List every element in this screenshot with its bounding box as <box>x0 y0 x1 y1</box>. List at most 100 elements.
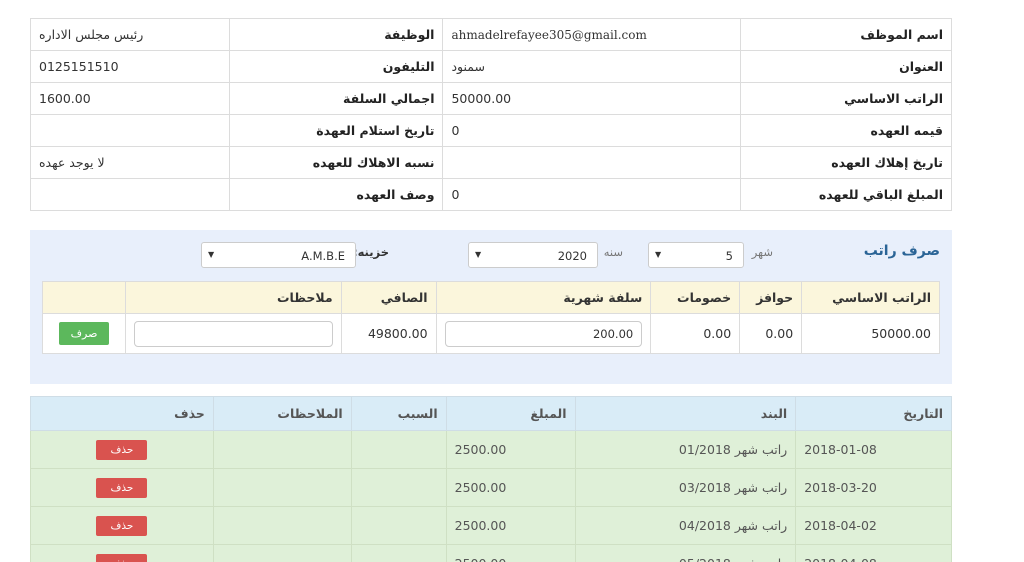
month-select[interactable]: 5 ▼ <box>648 242 744 268</box>
info-value: لا يوجد عهده <box>30 146 230 179</box>
salary-table: الراتب الاساسي حوافز خصومات سلفة شهرية ا… <box>42 281 940 354</box>
net-value: 49800.00 <box>340 313 437 354</box>
table-row: 2018-03-20 راتب شهر 03/2018 2500.00 حذف <box>30 468 952 507</box>
item-cell: راتب شهر 04/2018 <box>574 506 797 545</box>
header-advance: سلفة شهرية <box>435 281 652 314</box>
delete-button[interactable]: حذف <box>96 553 148 562</box>
info-row: العنوان سمنود التليفون 0125151510 <box>30 50 952 83</box>
chevron-down-icon: ▼ <box>208 250 215 259</box>
info-value: سمنود <box>442 50 742 83</box>
info-label: العنوان <box>740 50 952 83</box>
info-row: قيمه العهده 0 تاريخ استلام العهدة <box>30 114 952 147</box>
salary-row: 50000.00 0.00 0.00 200.00 49800.00 صرف <box>42 313 940 354</box>
info-value <box>442 146 742 179</box>
header-date: التاريخ <box>795 396 952 431</box>
deductions-value: 0.00 <box>650 313 741 354</box>
info-row: الراتب الاساسي 50000.00 اجمالي السلفة 16… <box>30 82 952 115</box>
delete-cell: حذف <box>30 468 214 507</box>
info-value: ahmadelrefayee305@gmail.com <box>442 18 742 51</box>
amount-cell: 2500.00 <box>445 430 576 469</box>
reason-cell <box>350 506 447 545</box>
year-value: 2020 <box>557 249 587 263</box>
amount-cell: 2500.00 <box>445 544 576 562</box>
action-cell: صرف <box>42 313 126 354</box>
pay-button[interactable]: صرف <box>58 322 110 345</box>
header-reason: السبب <box>350 396 447 431</box>
delete-cell: حذف <box>30 544 214 562</box>
info-label: وصف العهده <box>228 178 444 211</box>
reason-cell <box>350 430 447 469</box>
notes-cell <box>212 430 352 469</box>
notes-input[interactable] <box>134 320 333 347</box>
info-row: اسم الموظف ahmadelrefayee305@gmail.com ا… <box>30 18 952 51</box>
reason-cell <box>350 468 447 507</box>
header-action <box>42 281 126 314</box>
notes-cell <box>125 313 342 354</box>
info-value <box>30 178 230 211</box>
item-cell: راتب شهر 03/2018 <box>574 468 797 507</box>
info-value <box>30 114 230 147</box>
delete-button[interactable]: حذف <box>96 439 148 460</box>
info-row: المبلغ الباقي للعهده 0 وصف العهده <box>30 178 952 211</box>
delete-cell: حذف <box>30 430 214 469</box>
amount-cell: 2500.00 <box>445 506 576 545</box>
salary-payment-panel: صرف راتب شهر 5 ▼ سنه 2020 ▼ خزينه: A.M.B… <box>30 230 952 384</box>
delete-button[interactable]: حذف <box>96 477 148 498</box>
header-net: الصافي <box>340 281 437 314</box>
chevron-down-icon: ▼ <box>655 250 662 259</box>
date-cell: 2018-03-20 <box>795 468 952 507</box>
header-amount: المبلغ <box>445 396 576 431</box>
header-delete: حذف <box>30 396 214 431</box>
treasury-label: خزينه: <box>352 245 389 259</box>
header-notes: الملاحظات <box>212 396 352 431</box>
chevron-down-icon: ▼ <box>475 250 482 259</box>
notes-cell <box>212 544 352 562</box>
table-row: 2018-04-02 راتب شهر 04/2018 2500.00 حذف <box>30 506 952 545</box>
item-cell: راتب شهر 05/2018 <box>574 544 797 562</box>
delete-cell: حذف <box>30 506 214 545</box>
salary-header-row: الراتب الاساسي حوافز خصومات سلفة شهرية ا… <box>42 281 940 314</box>
info-value: 0 <box>442 114 742 147</box>
notes-cell <box>212 506 352 545</box>
reason-cell <box>350 544 447 562</box>
table-row: 2018-01-08 راتب شهر 01/2018 2500.00 حذف <box>30 430 952 469</box>
header-notes: ملاحظات <box>125 281 342 314</box>
info-label: الراتب الاساسي <box>740 82 952 115</box>
info-value: رئيس مجلس الاداره <box>30 18 230 51</box>
basic-salary-value: 50000.00 <box>801 313 940 354</box>
year-select[interactable]: 2020 ▼ <box>468 242 598 268</box>
info-label: اجمالي السلفة <box>228 82 444 115</box>
info-label: قيمه العهده <box>740 114 952 147</box>
info-label: الوظيفة <box>228 18 444 51</box>
panel-title: صرف راتب <box>863 243 940 259</box>
treasury-value: A.M.B.E <box>301 249 345 263</box>
delete-button[interactable]: حذف <box>96 515 148 536</box>
header-incentives: حوافز <box>739 281 803 314</box>
item-cell: راتب شهر 01/2018 <box>574 430 797 469</box>
info-label: نسبه الاهلاك للعهده <box>228 146 444 179</box>
history-header-row: التاريخ البند المبلغ السبب الملاحظات حذف <box>30 396 952 431</box>
date-cell: 2018-04-08 <box>795 544 952 562</box>
info-row: تاريخ إهلاك العهده نسبه الاهلاك للعهده ل… <box>30 146 952 179</box>
info-label: اسم الموظف <box>740 18 952 51</box>
month-label: شهر <box>751 245 773 259</box>
advance-cell: 200.00 <box>435 313 652 354</box>
treasury-select[interactable]: A.M.B.E ▼ <box>201 242 356 268</box>
date-cell: 2018-04-02 <box>795 506 952 545</box>
employee-info-table: اسم الموظف ahmadelrefayee305@gmail.com ا… <box>30 18 952 211</box>
info-label: تاريخ إهلاك العهده <box>740 146 952 179</box>
header-item: البند <box>574 396 797 431</box>
advance-input[interactable]: 200.00 <box>444 320 643 347</box>
year-label: سنه <box>603 245 623 259</box>
amount-cell: 2500.00 <box>445 468 576 507</box>
info-value: 1600.00 <box>30 82 230 115</box>
info-label: التليفون <box>228 50 444 83</box>
incentives-value: 0.00 <box>739 313 803 354</box>
header-deductions: خصومات <box>650 281 741 314</box>
info-label: تاريخ استلام العهدة <box>228 114 444 147</box>
header-basic: الراتب الاساسي <box>801 281 940 314</box>
date-cell: 2018-01-08 <box>795 430 952 469</box>
month-value: 5 <box>725 249 733 263</box>
table-row: 2018-04-08 راتب شهر 05/2018 2500.00 حذف <box>30 544 952 562</box>
info-value: 50000.00 <box>442 82 742 115</box>
